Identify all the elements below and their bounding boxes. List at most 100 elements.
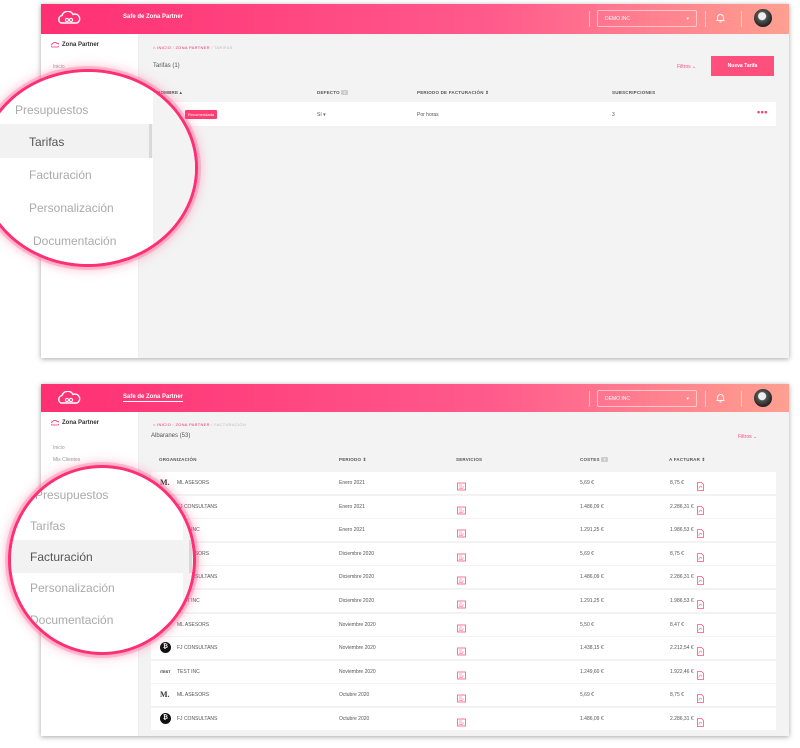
sidebar-item-presupuestos[interactable]: Presupuestos xyxy=(35,488,108,502)
services-document-icon[interactable] xyxy=(457,478,466,491)
pdf-icon[interactable] xyxy=(697,596,704,609)
divider xyxy=(741,391,742,407)
period-value: Enero 2021 xyxy=(339,503,365,510)
organization-select-value: DEMO INC xyxy=(605,16,630,22)
brand-link[interactable]: Safe de Zona Partner xyxy=(123,14,183,20)
divider xyxy=(589,11,590,27)
period-value: Diciembre 2020 xyxy=(339,550,375,557)
pdf-icon[interactable] xyxy=(697,620,704,633)
sidebar-item-inicio[interactable]: Inicio xyxy=(53,64,65,70)
organization-select[interactable]: DEMO INC ▾ xyxy=(597,390,697,407)
cloud-logo-icon[interactable] xyxy=(57,11,81,25)
sidebar-item-personalizacion[interactable]: Personalización xyxy=(30,581,115,595)
pdf-icon[interactable] xyxy=(697,690,704,704)
pdf-icon[interactable] xyxy=(697,525,704,539)
cost-value: 1.438,15 € xyxy=(580,645,604,652)
period-value: Noviembre 2020 xyxy=(339,621,376,628)
invoice-value: 8,47 € xyxy=(670,621,684,628)
pdf-icon[interactable] xyxy=(697,549,704,562)
help-icon[interactable]: ? xyxy=(601,457,609,463)
period-value: Diciembre 2020 xyxy=(339,574,375,581)
column-header-period[interactable]: PERIODO ⇕ xyxy=(339,457,367,463)
services-document-icon[interactable] xyxy=(457,525,466,538)
breadcrumb-section[interactable]: ZONA PARTNER xyxy=(175,45,209,50)
scrollbar[interactable] xyxy=(149,124,152,158)
organization-name: ML ASESORS xyxy=(177,692,210,699)
subscriptions-value: 3 xyxy=(612,112,615,118)
chevron-down-icon: ⌄ xyxy=(753,434,758,440)
sidebar-item-tarifas[interactable]: Tarifas xyxy=(30,519,65,533)
pdf-icon[interactable] xyxy=(697,478,704,491)
divider xyxy=(589,391,590,407)
pdf-icon[interactable] xyxy=(697,643,704,657)
sidebar-item-mis-clientes[interactable]: Mis Clientes xyxy=(53,457,80,463)
sidebar-title: Zona Partner xyxy=(62,42,100,48)
organization-select-value: DEMO INC xyxy=(605,396,630,402)
services-document-icon[interactable] xyxy=(457,502,466,514)
bell-icon[interactable] xyxy=(716,393,725,403)
breadcrumb-home[interactable]: INICIO xyxy=(157,422,171,427)
pdf-icon[interactable] xyxy=(697,714,704,727)
services-document-icon[interactable] xyxy=(457,620,466,632)
pdf-icon[interactable] xyxy=(697,667,704,680)
breadcrumb-home[interactable]: INICIO xyxy=(157,45,171,50)
services-document-icon[interactable] xyxy=(457,596,466,609)
invoice-value: 8,75 € xyxy=(670,550,684,557)
home-icon: ⌂ xyxy=(153,422,156,427)
cost-value: 1.486,09 € xyxy=(580,716,604,722)
services-document-icon[interactable] xyxy=(457,643,466,656)
sidebar-item-inicio[interactable]: Inicio xyxy=(53,445,65,451)
cost-value: 5,69 € xyxy=(580,692,594,699)
sort-icon: ⇕ xyxy=(362,457,367,462)
column-header-costs-label: COSTES xyxy=(580,457,600,462)
pdf-icon[interactable] xyxy=(697,502,704,515)
period-value: Enero 2021 xyxy=(339,480,365,486)
filters-link[interactable]: Filtros ⌄ xyxy=(738,434,757,440)
page-title: Albaranes (53) xyxy=(151,433,191,439)
divider xyxy=(705,391,706,407)
sidebar-item-documentacion[interactable]: Documentación xyxy=(30,613,113,627)
services-document-icon[interactable] xyxy=(457,667,466,680)
new-tariff-button[interactable]: Nueva Tarifa xyxy=(711,56,774,76)
bell-icon[interactable] xyxy=(716,13,725,23)
invoice-value: 1.986,53 € xyxy=(670,598,694,604)
period-value: Octubre 2020 xyxy=(339,716,370,722)
sidebar-item-presupuestos[interactable]: Presupuestos xyxy=(15,103,88,117)
table-row[interactable] xyxy=(151,102,776,126)
test-logo-icon: /TEST xyxy=(160,668,171,674)
breadcrumb: ⌂ INICIO / ZONA PARTNER / TARIFAS xyxy=(153,45,232,50)
avatar[interactable] xyxy=(754,9,772,27)
breadcrumb-section[interactable]: ZONA PARTNER xyxy=(175,422,209,427)
period-value: Noviembre 2020 xyxy=(339,668,376,675)
sidebar-item-facturacion[interactable]: Facturación xyxy=(29,168,92,182)
organization-name: TEST INC xyxy=(177,668,200,675)
filters-link[interactable]: Filtros ⌄ xyxy=(677,64,696,70)
column-header-invoice-label: A FACTURAR xyxy=(669,457,701,462)
cloud-logo-icon[interactable] xyxy=(57,391,81,405)
scrollbar[interactable] xyxy=(189,540,192,573)
column-header-default: DEFECTO ? xyxy=(317,90,349,96)
sidebar-item-tarifas[interactable]: Tarifas xyxy=(29,135,64,149)
services-document-icon[interactable] xyxy=(457,549,466,562)
pdf-icon[interactable] xyxy=(697,572,704,586)
sidebar-item-personalizacion[interactable]: Personalización xyxy=(29,201,114,215)
sidebar-item-documentacion[interactable]: Documentación xyxy=(33,234,116,248)
default-select[interactable]: Sí ▾ xyxy=(317,112,326,118)
filters-label: Filtros xyxy=(738,434,752,440)
column-header-invoice[interactable]: A FACTURAR ⇕ xyxy=(669,457,706,463)
magnified-content xyxy=(153,72,195,264)
services-document-icon[interactable] xyxy=(457,572,466,585)
invoice-value: 1.922,46 € xyxy=(670,668,694,675)
avatar[interactable] xyxy=(754,389,772,407)
breadcrumb-separator: / xyxy=(172,45,175,50)
organization-select[interactable]: DEMO INC ▾ xyxy=(597,10,697,27)
cost-value: 5,69 € xyxy=(580,480,594,486)
sidebar-item-facturacion[interactable]: Facturación xyxy=(30,550,93,564)
column-header-period[interactable]: PERIODO DE FACTURACIÓN ⇕ xyxy=(417,90,489,96)
services-document-icon[interactable] xyxy=(457,690,466,703)
help-icon[interactable]: ? xyxy=(341,90,349,96)
more-options-icon[interactable]: ••• xyxy=(757,107,768,117)
divider xyxy=(741,11,742,27)
services-document-icon[interactable] xyxy=(457,714,466,727)
brand-link[interactable]: Safe de Zona Partner xyxy=(123,394,184,402)
